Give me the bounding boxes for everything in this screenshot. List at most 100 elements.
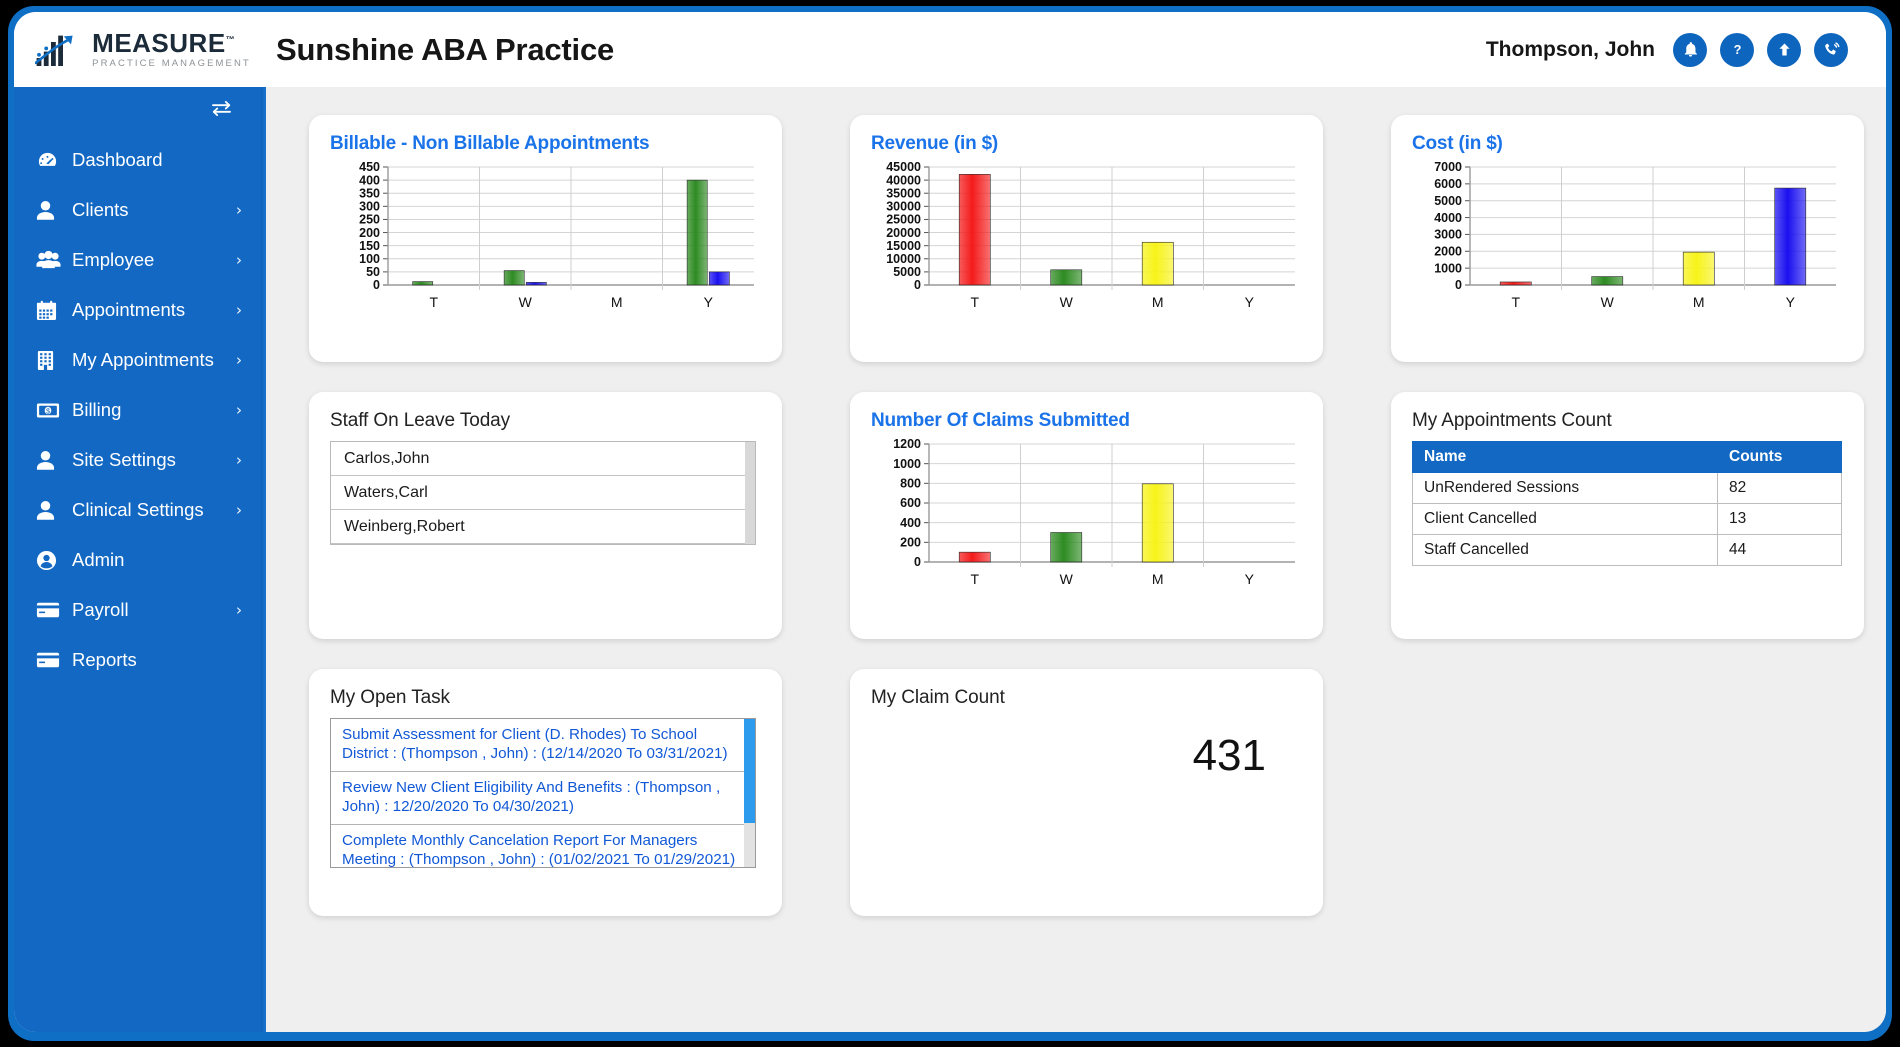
- money-bill-icon: $: [36, 402, 66, 419]
- call-support-icon[interactable]: [1814, 32, 1848, 67]
- credit-card-icon: [36, 651, 66, 669]
- app-logo[interactable]: MEASURE™ PRACTICE MANAGEMENT: [14, 12, 266, 87]
- list-item[interactable]: Submit Assessment for Client (D. Rhodes)…: [331, 719, 755, 772]
- claims-bar-chart[interactable]: 0 200 400 600 800 1000 1200 T W M Y: [871, 438, 1302, 598]
- cost-bar-chart[interactable]: 0 1000 2000 3000 4000 5000 6000 7000 T W M Y: [1412, 161, 1843, 321]
- svg-text:5000: 5000: [893, 265, 921, 279]
- svg-text:Y: Y: [1786, 294, 1796, 310]
- card-title: My Claim Count: [871, 687, 1005, 708]
- svg-text:Y: Y: [1245, 571, 1255, 587]
- svg-text:1000: 1000: [1434, 261, 1462, 275]
- svg-text:35000: 35000: [886, 186, 921, 200]
- calendar-icon: [36, 300, 66, 321]
- svg-text:100: 100: [359, 252, 380, 266]
- card-title: Cost (in $): [1412, 133, 1503, 154]
- cell-count: 13: [1717, 503, 1842, 535]
- chevron-right-icon: ›: [236, 251, 242, 269]
- chevron-right-icon: ›: [236, 201, 242, 219]
- svg-text:30000: 30000: [886, 200, 921, 214]
- sidebar-item-billing[interactable]: $ Billing ›: [14, 385, 266, 435]
- sidebar-item-label: Payroll: [72, 599, 129, 620]
- svg-text:200: 200: [900, 536, 921, 550]
- sidebar-navigation: Dashboard Clients › Employee › Appointme…: [14, 87, 266, 1032]
- sidebar-item-my-appointments[interactable]: My Appointments ›: [14, 335, 266, 385]
- logo-tagline: PRACTICE MANAGEMENT: [92, 58, 251, 70]
- sidebar-item-label: My Appointments: [72, 349, 214, 370]
- list-item[interactable]: Waters,Carl: [331, 476, 755, 510]
- svg-text:50: 50: [366, 265, 380, 279]
- task-list-scrollbar-thumb[interactable]: [744, 719, 755, 823]
- current-user-name: Thompson, John: [1485, 37, 1655, 61]
- svg-text:0: 0: [373, 278, 380, 292]
- list-item[interactable]: Weinberg,Robert: [331, 510, 755, 544]
- list-item[interactable]: Carlos,John: [331, 442, 755, 476]
- svg-text:10000: 10000: [886, 252, 921, 266]
- svg-text:3000: 3000: [1434, 228, 1462, 242]
- sidebar-item-dashboard[interactable]: Dashboard: [14, 135, 266, 185]
- sidebar-item-label: Employee: [72, 249, 155, 270]
- users-group-icon: [36, 250, 66, 271]
- card-title: Number Of Claims Submitted: [871, 410, 1130, 431]
- card-staff-on-leave: Staff On Leave Today Carlos,John Waters,…: [309, 392, 782, 639]
- staff-on-leave-list[interactable]: Carlos,John Waters,Carl Weinberg,Robert: [330, 441, 756, 545]
- user-icon: [36, 450, 66, 471]
- revenue-bar-chart[interactable]: 0 5000 10000 15000 20000 25000 30000 35000 40000…: [871, 161, 1302, 321]
- sidebar-item-admin[interactable]: Admin: [14, 535, 266, 585]
- svg-text:W: W: [1601, 294, 1615, 310]
- svg-text:15000: 15000: [886, 239, 921, 253]
- header-actions: Thompson, John ?: [1485, 32, 1886, 67]
- chevron-right-icon: ›: [236, 301, 242, 319]
- top-header-bar: MEASURE™ PRACTICE MANAGEMENT Sunshine AB…: [14, 12, 1886, 87]
- appointments-count-table: Name Counts UnRendered Sessions 82 Clien…: [1412, 441, 1842, 566]
- sidebar-item-site-settings[interactable]: Site Settings ›: [14, 435, 266, 485]
- sidebar-item-appointments[interactable]: Appointments ›: [14, 285, 266, 335]
- cell-name: UnRendered Sessions: [1412, 472, 1718, 504]
- cell-count: 82: [1717, 472, 1842, 504]
- sidebar-menu-list: Dashboard Clients › Employee › Appointme…: [14, 135, 266, 685]
- dashboard-card-grid: Billable - Non Billable Appointments 0 50…: [266, 87, 1886, 916]
- sidebar-item-payroll[interactable]: Payroll ›: [14, 585, 266, 635]
- measure-bars-arrow-icon: [35, 35, 73, 66]
- collapse-sidebar-icon[interactable]: [14, 87, 266, 129]
- app-viewport: MEASURE™ PRACTICE MANAGEMENT Sunshine AB…: [14, 12, 1886, 1032]
- credit-card-icon: [36, 601, 66, 619]
- svg-text:T: T: [970, 571, 979, 587]
- svg-text:?: ?: [1733, 42, 1741, 57]
- svg-text:M: M: [1152, 294, 1164, 310]
- column-header-name: Name: [1412, 441, 1718, 473]
- svg-text:5000: 5000: [1434, 194, 1462, 208]
- task-list-scrollbar-track[interactable]: [744, 719, 755, 867]
- table-row: UnRendered Sessions 82: [1412, 472, 1842, 504]
- notification-bell-icon[interactable]: [1673, 32, 1707, 67]
- sidebar-item-reports[interactable]: Reports: [14, 635, 266, 685]
- billable-bar-chart[interactable]: 0 50 100 150 200 250 300 350 400 450 T W M Y: [330, 161, 761, 321]
- upload-arrow-icon[interactable]: [1767, 32, 1801, 67]
- chevron-right-icon: ›: [236, 601, 242, 619]
- card-billable-appointments: Billable - Non Billable Appointments 0 50…: [309, 115, 782, 362]
- card-my-appointments-count: My Appointments Count Name Counts UnRend…: [1391, 392, 1864, 639]
- chevron-right-icon: ›: [236, 401, 242, 419]
- sidebar-item-clinical-settings[interactable]: Clinical Settings ›: [14, 485, 266, 535]
- svg-text:450: 450: [359, 161, 380, 174]
- sidebar-item-clients[interactable]: Clients ›: [14, 185, 266, 235]
- svg-text:W: W: [1060, 571, 1074, 587]
- svg-text:6000: 6000: [1434, 177, 1462, 191]
- sidebar-item-employee[interactable]: Employee ›: [14, 235, 266, 285]
- svg-text:W: W: [1060, 294, 1074, 310]
- list-item[interactable]: Complete Monthly Cancelation Report For …: [331, 825, 755, 867]
- list-item[interactable]: Review New Client Eligibility And Benefi…: [331, 772, 755, 825]
- staff-list-scrollbar[interactable]: [745, 442, 755, 544]
- sidebar-item-label: Clinical Settings: [72, 499, 204, 520]
- svg-text:T: T: [1511, 294, 1520, 310]
- browser-window-frame: MEASURE™ PRACTICE MANAGEMENT Sunshine AB…: [8, 6, 1892, 1041]
- sidebar-item-label: Site Settings: [72, 449, 176, 470]
- svg-text:1000: 1000: [893, 457, 921, 471]
- open-task-list[interactable]: Submit Assessment for Client (D. Rhodes)…: [330, 718, 756, 868]
- svg-text:20000: 20000: [886, 226, 921, 240]
- card-title: Billable - Non Billable Appointments: [330, 133, 650, 154]
- chevron-right-icon: ›: [236, 501, 242, 519]
- help-question-icon[interactable]: ?: [1720, 32, 1754, 67]
- sidebar-item-label: Admin: [72, 549, 125, 570]
- svg-text:7000: 7000: [1434, 161, 1462, 174]
- svg-text:600: 600: [900, 496, 921, 510]
